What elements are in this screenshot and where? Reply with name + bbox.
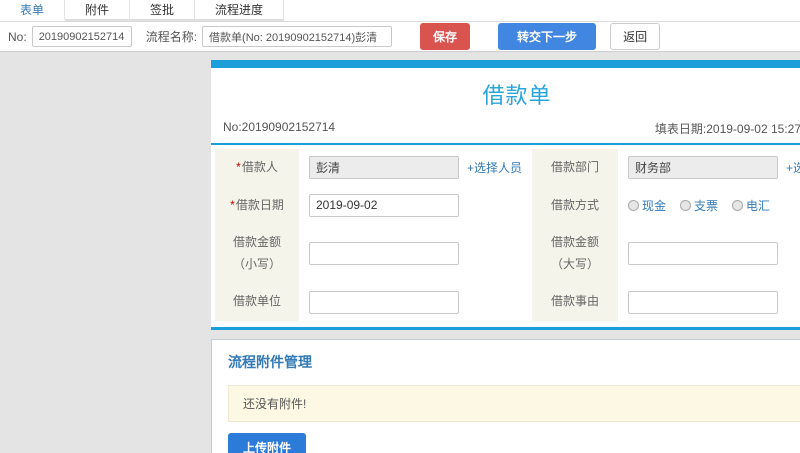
attachments-card: 流程附件管理 还没有附件! 上传附件 xyxy=(211,338,800,453)
no-label: No: xyxy=(8,29,27,44)
attachments-title: 流程附件管理 xyxy=(228,353,312,370)
loan-form-card: 借款单 No:20190902152714 填表日期:2019-09-02 15… xyxy=(211,60,800,330)
borrower-input[interactable] xyxy=(309,156,459,180)
radio-check[interactable]: 支票 xyxy=(680,197,718,214)
radio-icon xyxy=(680,199,692,211)
tab-attachments[interactable]: 附件 xyxy=(65,0,131,21)
radio-wire[interactable]: 电汇 xyxy=(732,197,770,214)
field-amount-upper xyxy=(618,224,800,284)
no-attachments-alert: 还没有附件! xyxy=(228,384,800,422)
field-label-amount-lower: 借款金额（小写） xyxy=(215,224,299,284)
field-label-amount-upper: 借款金额（大写） xyxy=(532,224,619,284)
save-button[interactable]: 保存 xyxy=(420,23,471,50)
field-label-borrower: *借款人 xyxy=(215,149,299,187)
form-meta-row: No:20190902152714 填表日期:2019-09-02 15:27:… xyxy=(211,120,800,145)
field-label-unit: 借款单位 xyxy=(215,283,299,321)
main-content: 借款单 No:20190902152714 填表日期:2019-09-02 15… xyxy=(211,60,800,453)
tab-form[interactable]: 表单 xyxy=(0,0,66,21)
field-label-reason: 借款事由 xyxy=(532,283,619,321)
field-amount-lower xyxy=(299,224,533,284)
field-reason xyxy=(618,283,800,321)
field-label-department: 借款部门 xyxy=(532,149,619,187)
page-header: 表单 附件 签批 流程进度 No: 流程名称: 保存 转交下一步 返回 xyxy=(0,0,800,52)
process-name-label: 流程名称: xyxy=(145,30,198,44)
select-department-link[interactable]: +选择部门 xyxy=(786,159,800,176)
field-date xyxy=(299,186,533,225)
form-title: 借款单 xyxy=(482,83,552,108)
tab-process-progress[interactable]: 流程进度 xyxy=(195,0,285,21)
field-label-method: 借款方式 xyxy=(532,186,619,225)
field-unit xyxy=(299,283,533,321)
header-accent-strip xyxy=(211,60,800,68)
amount-lower-input[interactable] xyxy=(309,242,459,266)
form-table: *借款人 +选择人员 借款部门 +选择部门 *借款日期 借款方式 现金 支票 电… xyxy=(211,145,800,321)
transfer-next-step-button[interactable]: 转交下一步 xyxy=(498,23,597,50)
field-label-date: *借款日期 xyxy=(215,186,299,225)
tab-approval[interactable]: 签批 xyxy=(130,0,196,21)
action-toolbar: No: 流程名称: 保存 转交下一步 返回 xyxy=(0,22,800,52)
no-input[interactable] xyxy=(31,26,132,47)
tab-bar: 表单 附件 签批 流程进度 xyxy=(0,0,800,22)
field-method: 现金 支票 电汇 xyxy=(618,186,800,225)
loan-date-input[interactable] xyxy=(309,193,459,217)
radio-cash[interactable]: 现金 xyxy=(628,197,666,214)
form-date-text: 填表日期:2019-09-02 15:27:1 xyxy=(654,122,800,136)
process-name-input[interactable] xyxy=(202,26,393,47)
select-person-link[interactable]: +选择人员 xyxy=(467,159,522,176)
required-mark: * xyxy=(230,197,235,212)
amount-upper-input[interactable] xyxy=(628,242,779,266)
back-button[interactable]: 返回 xyxy=(610,23,661,50)
upload-attachment-button[interactable]: 上传附件 xyxy=(228,432,307,453)
loan-reason-input[interactable] xyxy=(628,290,779,314)
radio-icon xyxy=(732,199,744,211)
form-no-text: No:20190902152714 xyxy=(223,120,336,134)
radio-icon xyxy=(628,199,640,211)
department-input[interactable] xyxy=(628,156,779,180)
required-mark: * xyxy=(236,160,241,174)
loan-unit-input[interactable] xyxy=(309,290,459,314)
field-department: +选择部门 xyxy=(618,149,800,187)
field-borrower: +选择人员 xyxy=(299,149,533,187)
